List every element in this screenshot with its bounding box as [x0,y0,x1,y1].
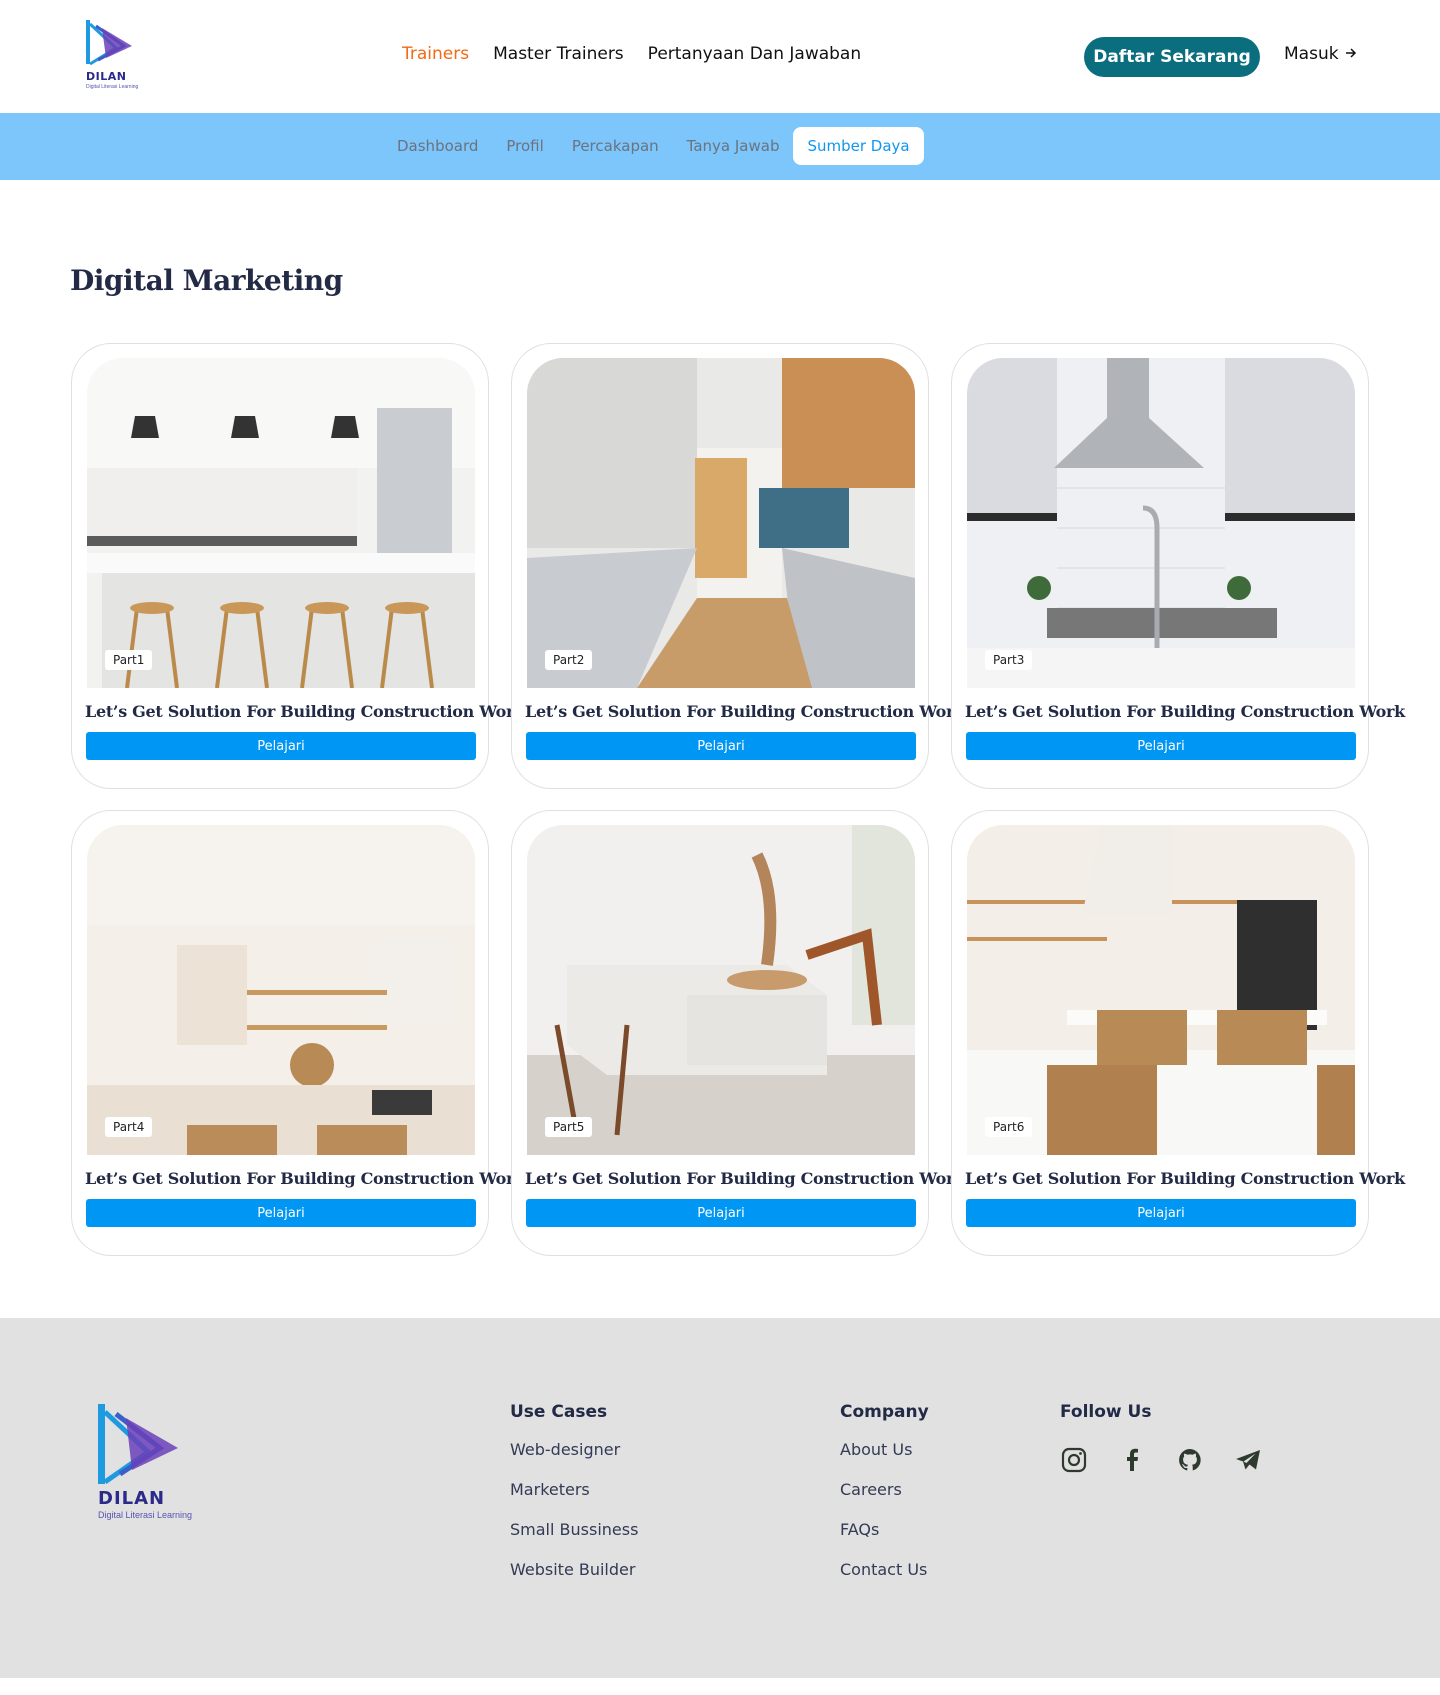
tab-tanya-jawab[interactable]: Tanya Jawab [673,127,794,165]
resource-card: Part5 Let’s Get Solution For Building Co… [511,810,965,1256]
main-nav: Trainers Master Trainers Pertanyaan Dan … [402,44,861,64]
tab-dashboard[interactable]: Dashboard [383,127,492,165]
pelajari-button[interactable]: Pelajari [86,1199,476,1227]
logo-mark-icon [98,1404,178,1485]
arrow-right-icon [1345,44,1357,64]
card-image-galley-kitchen: Part2 [527,358,915,688]
footer-logo-word: DILAN [98,1488,166,1509]
card-title: Let’s Get Solution For Building Construc… [525,1169,965,1188]
footer-logo[interactable]: DILAN Digital Literasi Learning [98,1404,208,1524]
instagram-icon[interactable] [1060,1446,1088,1474]
card-image-kitchen-island: Part6 [967,825,1355,1155]
card-title: Let’s Get Solution For Building Construc… [965,702,1405,721]
pelajari-button[interactable]: Pelajari [966,1199,1356,1227]
tab-sumber-daya[interactable]: Sumber Daya [793,127,924,165]
footer-link-web-designer[interactable]: Web-designer [510,1440,638,1459]
footer-link-faqs[interactable]: FAQs [840,1520,929,1539]
card-image-cream-kitchen: Part4 [87,825,475,1155]
nav-master-trainers[interactable]: Master Trainers [493,44,624,64]
pelajari-button[interactable]: Pelajari [86,732,476,760]
card-image-living-room: Part5 [527,825,915,1155]
pelajari-button[interactable]: Pelajari [526,732,916,760]
facebook-icon[interactable] [1118,1446,1146,1474]
logo-mark-icon [86,20,132,66]
resource-card: Part6 Let’s Get Solution For Building Co… [951,810,1405,1256]
page-title: Digital Marketing [70,264,343,297]
pelajari-button[interactable]: Pelajari [526,1199,916,1227]
social-links [1060,1446,1262,1474]
logo-tagline: Digital Literasi Learning [86,84,139,90]
card-title: Let’s Get Solution For Building Construc… [965,1169,1405,1188]
footer-link-careers[interactable]: Careers [840,1480,929,1499]
use-cases-heading: Use Cases [510,1402,608,1422]
follow-us-heading: Follow Us [1060,1402,1152,1422]
card-image-kitchen-stools: Part1 [87,358,475,688]
resource-card: Part4 Let’s Get Solution For Building Co… [71,810,525,1256]
footer-company: Company About Us Careers FAQs Contact Us [840,1402,929,1600]
part-badge: Part1 [105,650,153,670]
card-title: Let’s Get Solution For Building Construc… [85,1169,525,1188]
footer-link-website-builder[interactable]: Website Builder [510,1560,638,1579]
footer-link-marketers[interactable]: Marketers [510,1480,638,1499]
resource-card: Part2 Let’s Get Solution For Building Co… [511,343,965,789]
masuk-link[interactable]: Masuk [1284,44,1357,64]
card-title: Let’s Get Solution For Building Construc… [85,702,525,721]
footer-link-small-business[interactable]: Small Bussiness [510,1520,638,1539]
part-badge: Part2 [545,650,593,670]
card-image-kitchen-faucet: Part3 [967,358,1355,688]
part-badge: Part5 [545,1117,593,1137]
part-badge: Part4 [105,1117,153,1137]
resource-card: Part1 Let’s Get Solution For Building Co… [71,343,525,789]
resource-card: Part3 Let’s Get Solution For Building Co… [951,343,1405,789]
footer-link-contact-us[interactable]: Contact Us [840,1560,929,1579]
dashboard-subnav: Dashboard Profil Percakapan Tanya Jawab … [0,113,1440,180]
masuk-label: Masuk [1284,44,1339,64]
daftar-sekarang-button[interactable]: Daftar Sekarang [1084,37,1260,77]
footer-use-cases: Use Cases Web-designer Marketers Small B… [510,1402,638,1600]
telegram-icon[interactable] [1234,1446,1262,1474]
logo-word: DILAN [86,70,127,83]
tab-profil[interactable]: Profil [492,127,557,165]
footer-link-about-us[interactable]: About Us [840,1440,929,1459]
nav-trainers[interactable]: Trainers [402,44,469,64]
tab-percakapan[interactable]: Percakapan [558,127,673,165]
site-header: DILAN Digital Literasi Learning Trainers… [0,0,1440,112]
dilan-logo[interactable]: DILAN Digital Literasi Learning [86,20,150,92]
github-icon[interactable] [1176,1446,1204,1474]
footer-follow: Follow Us [1060,1402,1151,1440]
site-footer: DILAN Digital Literasi Learning Use Case… [0,1318,1440,1678]
part-badge: Part6 [985,1117,1033,1137]
pelajari-button[interactable]: Pelajari [966,732,1356,760]
company-heading: Company [840,1402,929,1422]
footer-logo-tagline: Digital Literasi Learning [98,1510,193,1520]
card-title: Let’s Get Solution For Building Construc… [525,702,965,721]
part-badge: Part3 [985,650,1033,670]
nav-pertanyaan-dan-jawaban[interactable]: Pertanyaan Dan Jawaban [648,44,861,64]
